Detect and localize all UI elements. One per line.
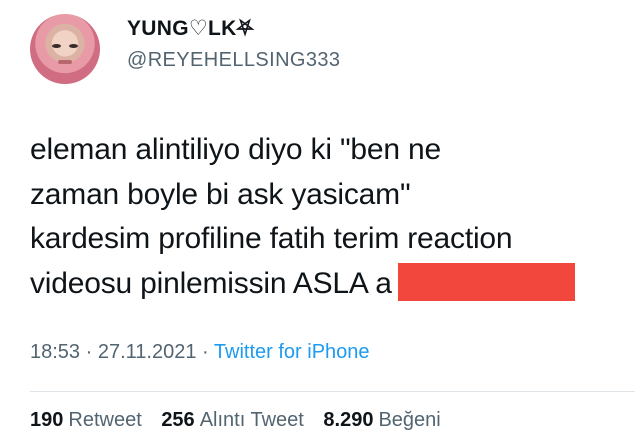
tweet-date[interactable]: 27.11.2021: [98, 341, 197, 363]
tweet-source-link[interactable]: Twitter for iPhone: [214, 341, 370, 363]
tweet-text-line: zaman boyle bi ask yasicam": [30, 177, 411, 211]
meta-separator: ·: [202, 341, 209, 363]
tweet-time[interactable]: 18:53: [30, 341, 80, 363]
tweet-text-line: kardesim profiline fatih terim reaction: [30, 222, 513, 255]
tweet-text-line: eleman alintiliyo diyo ki "ben ne: [30, 133, 441, 166]
tweet-stats: 190 Retweet 256 Alıntı Tweet 8.290 Beğeni: [30, 409, 455, 432]
tweet-header: YUNG♡LK⛧ @REYEHELLSING333: [30, 14, 590, 84]
redaction-box: [397, 262, 575, 301]
retweet-label: Retweet: [68, 409, 142, 431]
retweet-count: 190: [30, 409, 64, 431]
display-name[interactable]: YUNG♡LK⛧: [127, 16, 340, 42]
tweet-text-line-last: videosu pinlemissin ASLA a: [30, 262, 620, 307]
avatar[interactable]: [30, 14, 100, 84]
tweet-text-fragment: videosu pinlemissin ASLA a: [30, 266, 392, 300]
divider: [30, 391, 635, 392]
tweet-text: eleman alintiliyo diyo ki "ben ne zaman …: [30, 128, 620, 306]
user-names: YUNG♡LK⛧ @REYEHELLSING333: [127, 16, 340, 72]
retweet-stat[interactable]: 190 Retweet: [30, 409, 156, 431]
like-label: Beğeni: [378, 409, 441, 431]
quote-tweet-stat[interactable]: 256 Alıntı Tweet: [161, 409, 318, 431]
like-count: 8.290: [323, 409, 374, 431]
like-stat[interactable]: 8.290 Beğeni: [323, 409, 454, 431]
user-handle[interactable]: @REYEHELLSING333: [127, 48, 340, 72]
meta-separator: ·: [85, 341, 93, 363]
tweet-meta: 18:53 · 27.11.2021 · Twitter for iPhone: [30, 341, 370, 364]
quote-tweet-label: Alıntı Tweet: [199, 409, 304, 431]
quote-tweet-count: 256: [161, 409, 195, 431]
